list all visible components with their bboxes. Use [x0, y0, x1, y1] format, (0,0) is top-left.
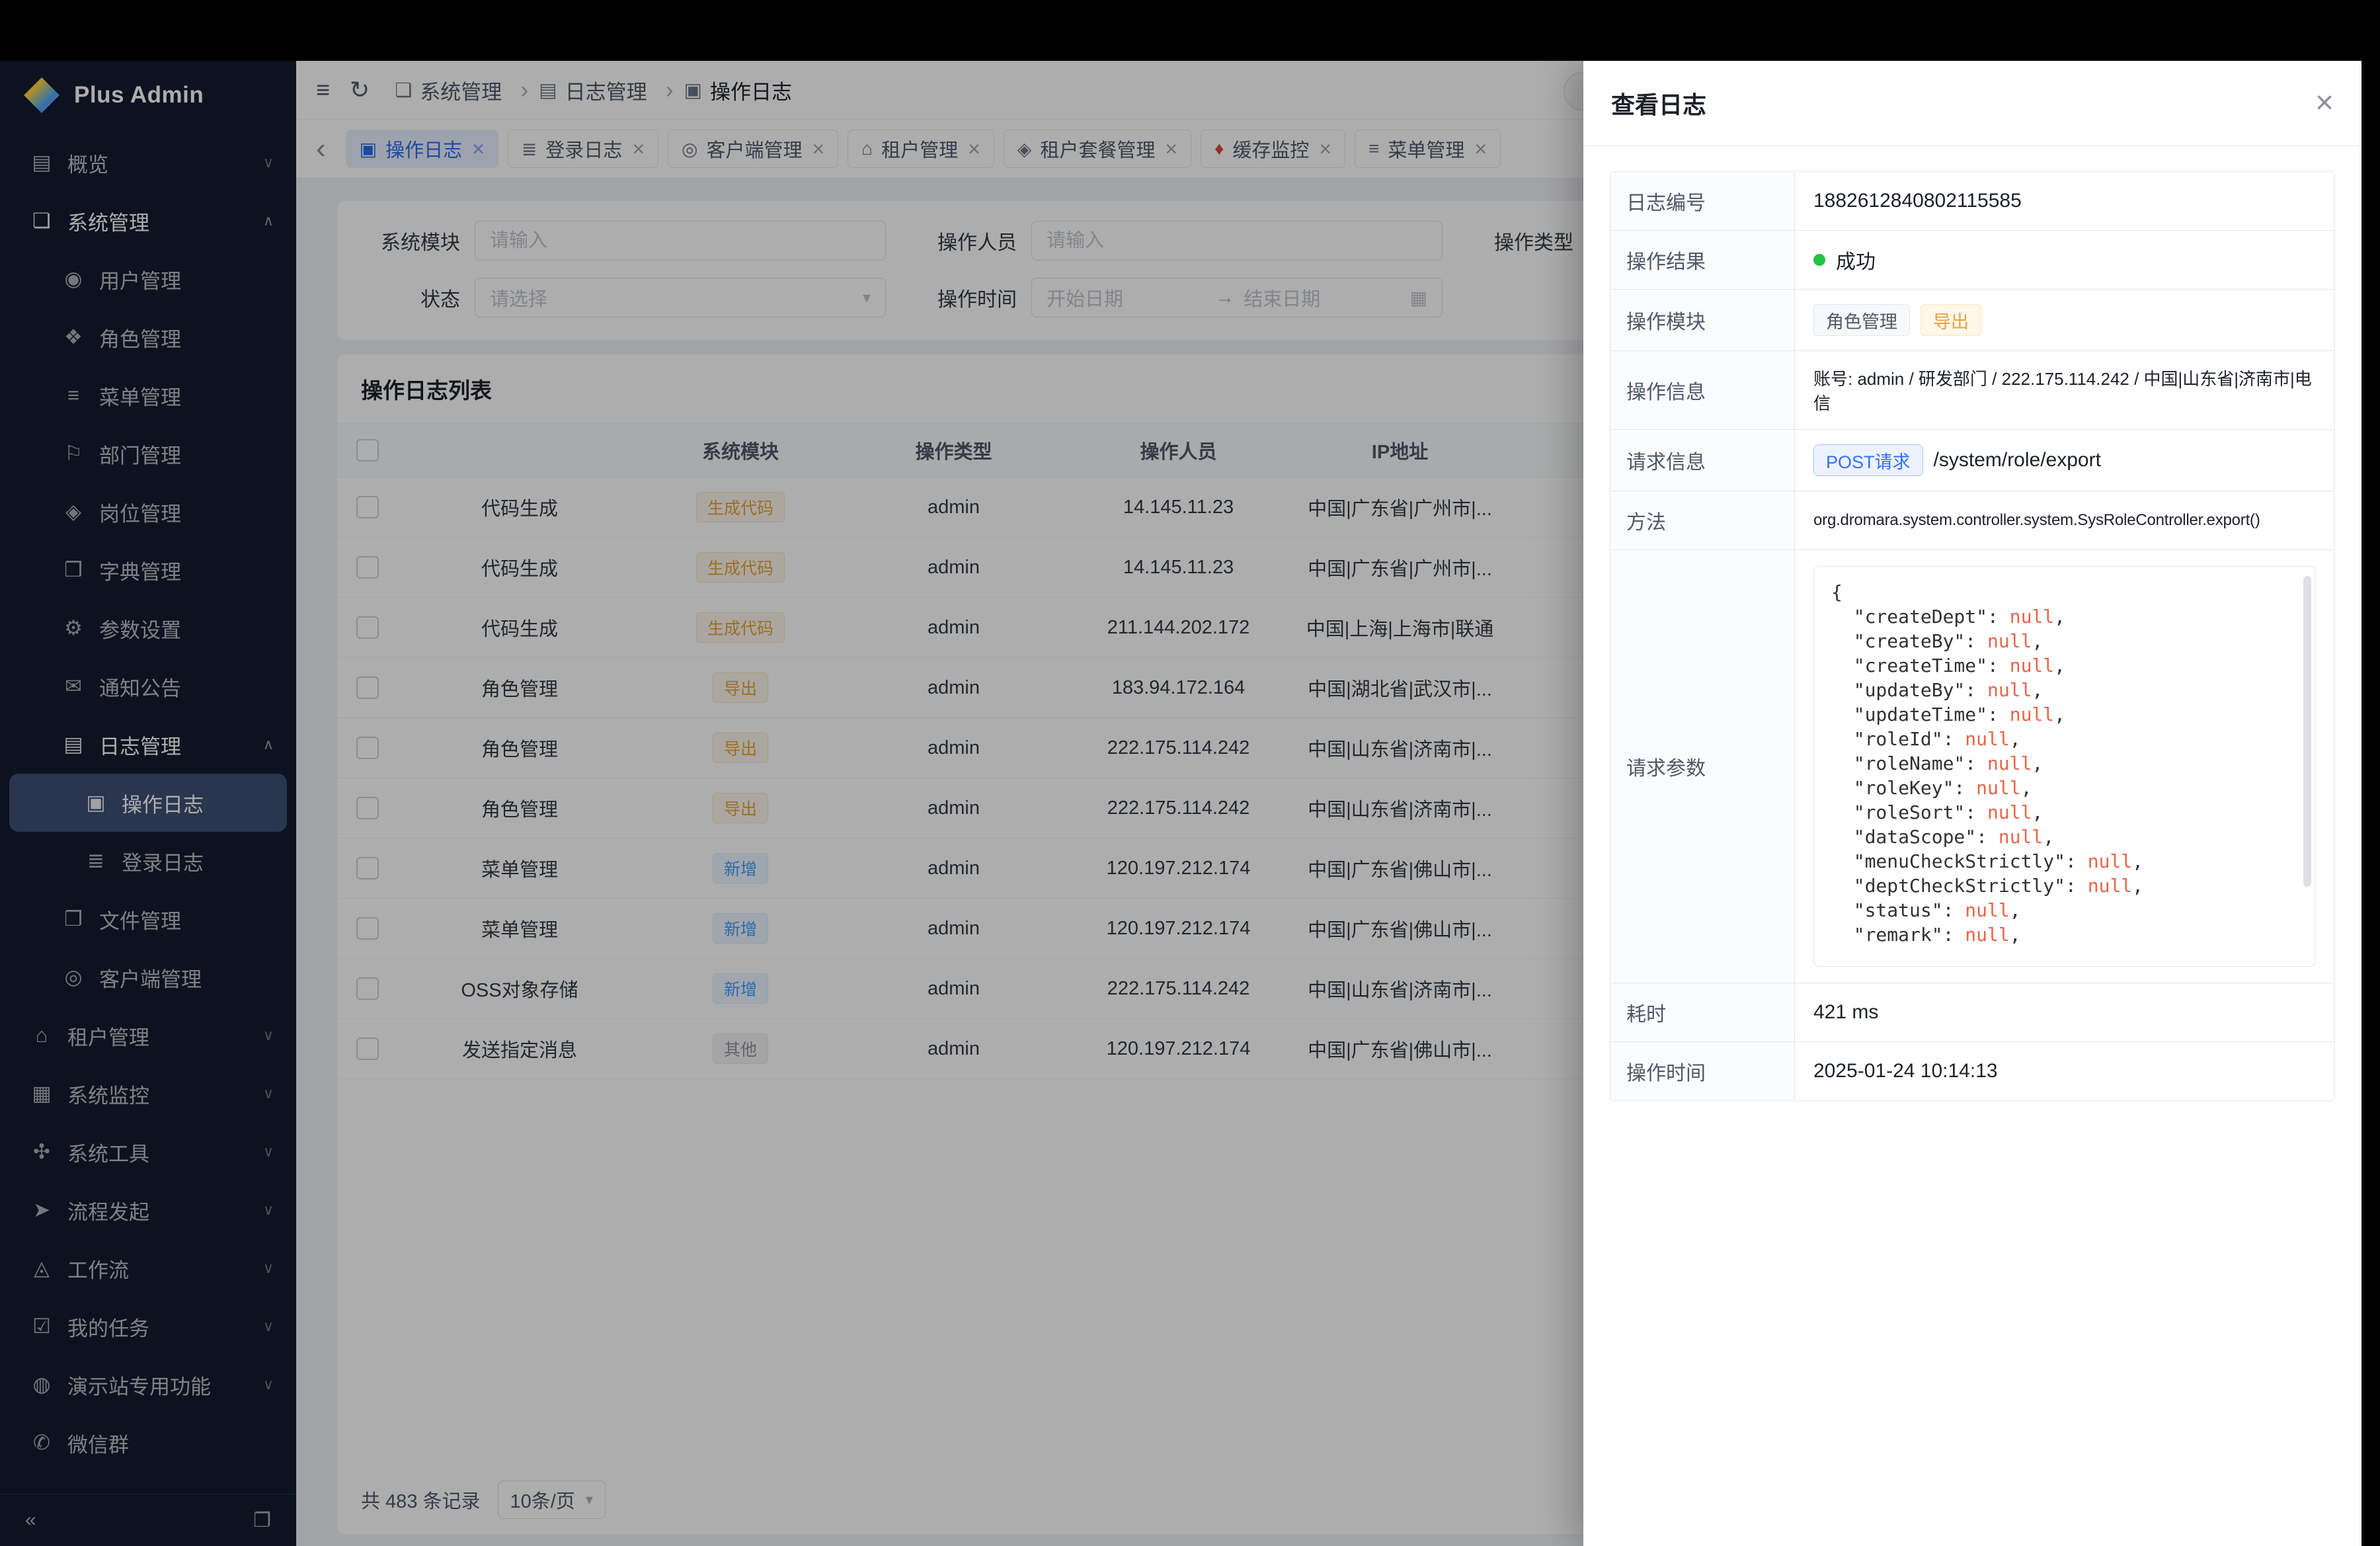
detail-row-op-time: 操作时间 2025-01-24 10:14:13: [1610, 1042, 2334, 1100]
detail-row-op-info: 操作信息 账号: admin / 研发部门 / 222.175.114.242 …: [1610, 351, 2334, 430]
json-line: "status": null,: [1831, 898, 2298, 922]
json-line: "remark": null,: [1831, 922, 2298, 947]
json-line: "createDept": null,: [1831, 604, 2298, 629]
detail-label: 操作信息: [1610, 351, 1795, 429]
success-dot-icon: [1813, 254, 1825, 266]
method-value: org.dromara.system.controller.system.Sys…: [1795, 491, 2334, 549]
result-text: 成功: [1836, 245, 1876, 274]
detail-row-method: 方法 org.dromara.system.controller.system.…: [1610, 491, 2334, 550]
json-line: "createBy": null,: [1831, 629, 2298, 653]
log-id-value: 1882612840802115585: [1795, 172, 2334, 230]
json-line: "deptCheckStrictly": null,: [1831, 874, 2298, 898]
json-line: "roleSort": null,: [1831, 800, 2298, 825]
screenshot-root: Plus Admin ▤ 概览 ∨ ❏ 系统管理 ∧: [0, 0, 2380, 1546]
detail-label: 请求信息: [1610, 430, 1795, 491]
op-info-value: 账号: admin / 研发部门 / 222.175.114.242 / 中国|…: [1795, 351, 2334, 429]
duration-value: 421 ms: [1795, 983, 2334, 1041]
detail-row-log-id: 日志编号 1882612840802115585: [1610, 172, 2334, 231]
json-line: "updateTime": null,: [1831, 702, 2298, 727]
detail-row-params: 请求参数 { "createDept": null, "createBy": n…: [1610, 550, 2334, 983]
params-value: { "createDept": null, "createBy": null, …: [1795, 550, 2334, 983]
close-icon[interactable]: ×: [2315, 87, 2334, 119]
detail-row-request: 请求信息 POST请求 /system/role/export: [1610, 430, 2334, 491]
detail-label: 操作模块: [1610, 290, 1795, 350]
action-tag: 导出: [1921, 304, 1981, 336]
view-log-drawer: 查看日志 × 日志编号 1882612840802115585 操作结果 成功 …: [1583, 61, 2361, 1546]
request-url: /system/role/export: [1934, 449, 2101, 471]
post-request-tag: POST请求: [1813, 444, 1923, 476]
json-line: "roleId": null,: [1831, 727, 2298, 751]
detail-label: 耗时: [1610, 983, 1795, 1041]
detail-label: 日志编号: [1610, 172, 1795, 230]
json-line: "createTime": null,: [1831, 653, 2298, 678]
json-scrollbar[interactable]: [2303, 576, 2311, 887]
drawer-header: 查看日志 ×: [1583, 61, 2361, 146]
json-line: "roleName": null,: [1831, 751, 2298, 776]
op-time-value: 2025-01-24 10:14:13: [1795, 1042, 2334, 1100]
json-line: "menuCheckStrictly": null,: [1831, 849, 2298, 874]
json-line: {: [1831, 580, 2298, 604]
json-line: "dataScope": null,: [1831, 825, 2298, 849]
json-line: "roleKey": null,: [1831, 776, 2298, 800]
request-params-json[interactable]: { "createDept": null, "createBy": null, …: [1813, 566, 2316, 967]
detail-label: 请求参数: [1610, 550, 1795, 983]
detail-label: 操作时间: [1610, 1042, 1795, 1100]
detail-row-result: 操作结果 成功: [1610, 231, 2334, 290]
detail-row-duration: 耗时 421 ms: [1610, 983, 2334, 1042]
detail-row-module: 操作模块 角色管理 导出: [1610, 290, 2334, 351]
module-tag: 角色管理: [1813, 304, 1910, 336]
result-value: 成功: [1795, 231, 2334, 289]
log-detail-table: 日志编号 1882612840802115585 操作结果 成功 操作模块 角色…: [1610, 171, 2335, 1101]
detail-label: 方法: [1610, 491, 1795, 549]
module-value: 角色管理 导出: [1795, 290, 2334, 350]
request-value: POST请求 /system/role/export: [1795, 430, 2334, 491]
json-line: "updateBy": null,: [1831, 678, 2298, 702]
detail-label: 操作结果: [1610, 231, 1795, 289]
drawer-body: 日志编号 1882612840802115585 操作结果 成功 操作模块 角色…: [1583, 146, 2361, 1126]
drawer-title: 查看日志: [1611, 86, 1706, 120]
